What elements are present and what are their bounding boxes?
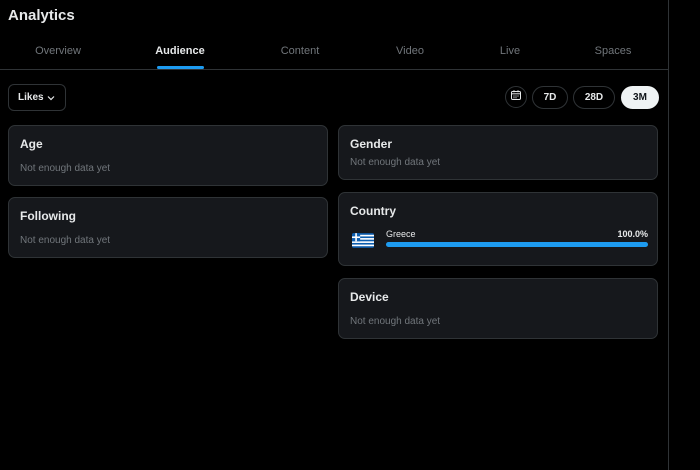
calendar-icon [510, 88, 522, 106]
tab-content[interactable]: Content [242, 33, 358, 69]
country-card: Country Greece 100.0% [338, 192, 658, 266]
tab-label: Spaces [594, 45, 632, 57]
analytics-page: Analytics Overview Audience Content Vide… [0, 0, 669, 470]
card-title: Gender [350, 137, 393, 151]
following-card: Following Not enough data yet [8, 197, 328, 258]
empty-state-text: Not enough data yet [350, 157, 441, 168]
tab-spaces[interactable]: Spaces [555, 33, 671, 69]
tab-bar: Overview Audience Content Video Live Spa… [0, 33, 669, 70]
country-row: Greece 100.0% [350, 229, 648, 253]
vertical-divider [668, 0, 669, 470]
calendar-button[interactable] [505, 86, 527, 108]
card-title: Following [20, 209, 76, 223]
range-28d-button[interactable]: 28D [573, 86, 615, 109]
tab-live[interactable]: Live [452, 33, 568, 69]
age-card: Age Not enough data yet [8, 125, 328, 186]
metric-dropdown-value: Likes [18, 92, 44, 103]
tab-label: Audience [155, 45, 205, 57]
country-bar-fill [386, 242, 648, 247]
country-name: Greece [386, 229, 416, 239]
tab-audience[interactable]: Audience [122, 33, 238, 69]
card-title: Country [350, 204, 396, 218]
range-3m-button[interactable]: 3M [621, 86, 659, 109]
range-7d-button[interactable]: 7D [532, 86, 568, 109]
tab-label: Content [280, 45, 320, 57]
country-bar-track [386, 242, 648, 247]
tab-label: Live [499, 45, 521, 57]
card-title: Device [350, 290, 389, 304]
device-card: Device Not enough data yet [338, 278, 658, 339]
country-percent: 100.0% [617, 229, 648, 239]
empty-state-text: Not enough data yet [20, 235, 111, 246]
card-title: Age [20, 137, 43, 151]
chevron-down-icon [46, 93, 56, 106]
tab-label: Video [396, 45, 424, 57]
greece-flag-icon [352, 233, 374, 248]
tab-overview[interactable]: Overview [0, 33, 116, 69]
metric-dropdown[interactable]: Likes [8, 84, 66, 111]
empty-state-text: Not enough data yet [350, 316, 441, 327]
gender-card: Gender Not enough data yet [338, 125, 658, 180]
page-title: Analytics [8, 7, 75, 24]
empty-state-text: Not enough data yet [20, 163, 111, 174]
tab-label: Overview [35, 45, 81, 57]
tab-video[interactable]: Video [352, 33, 468, 69]
active-tab-indicator [157, 66, 204, 69]
